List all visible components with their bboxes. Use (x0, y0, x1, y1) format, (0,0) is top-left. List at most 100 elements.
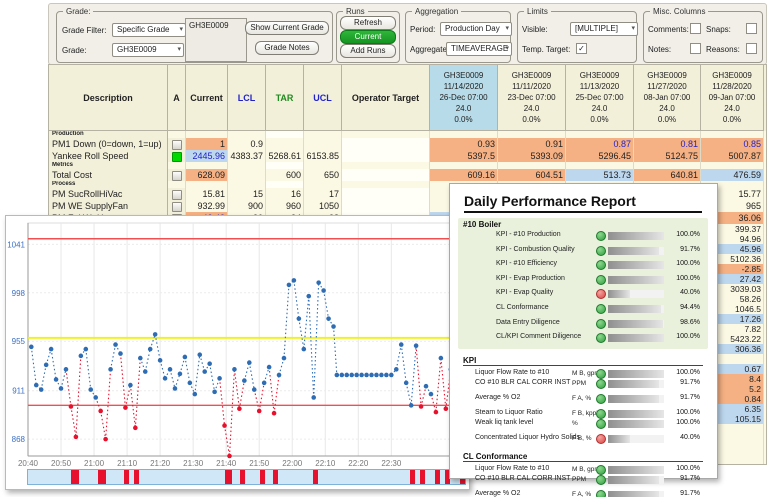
data-point[interactable] (207, 361, 212, 367)
data-point[interactable] (187, 380, 193, 386)
data-point[interactable] (113, 342, 118, 347)
data-point[interactable] (369, 372, 374, 378)
data-point[interactable] (29, 344, 34, 350)
value-cell[interactable]: 900 (228, 200, 266, 212)
value-cell[interactable]: 0.85 (701, 138, 764, 150)
col-header-description[interactable]: Description (49, 65, 168, 131)
data-point[interactable] (389, 372, 394, 378)
data-point[interactable] (118, 351, 123, 356)
data-point[interactable] (344, 372, 350, 378)
data-point[interactable] (157, 358, 163, 363)
data-point[interactable] (53, 377, 59, 382)
data-point[interactable] (48, 346, 54, 352)
data-point[interactable] (321, 288, 326, 293)
value-cell[interactable]: 476.59 (701, 169, 764, 181)
value-cell[interactable]: 0.91 (498, 138, 566, 150)
data-point[interactable] (172, 386, 178, 391)
add-runs-button[interactable]: Add Runs (340, 44, 396, 58)
data-point[interactable] (398, 342, 404, 347)
data-point[interactable] (334, 372, 340, 378)
row-checkbox-button[interactable] (171, 140, 182, 150)
col-header-lcl[interactable]: LCL (228, 65, 266, 131)
violation-timeline-strip[interactable] (27, 469, 466, 485)
data-point[interactable] (138, 355, 143, 361)
value-cell[interactable]: 4383.37 (228, 150, 266, 162)
value-cell[interactable]: 0.9 (228, 138, 266, 150)
status-indicator-green[interactable] (171, 152, 182, 162)
data-point[interactable] (266, 364, 272, 370)
data-point[interactable] (73, 434, 79, 440)
value-cell[interactable] (342, 150, 430, 162)
data-point[interactable] (177, 371, 183, 377)
data-point[interactable] (162, 376, 168, 381)
data-point[interactable] (364, 372, 369, 378)
control-chart[interactable]: 868 911 955 998 1041 20:40 20:50 21:00 21:10 21:2… (6, 216, 467, 468)
data-point[interactable] (142, 369, 148, 374)
value-cell[interactable]: 5393.09 (498, 150, 566, 162)
value-cell[interactable]: 960 (266, 200, 304, 212)
col-header-a[interactable]: A (168, 65, 186, 131)
value-cell[interactable]: 1 (186, 138, 228, 150)
data-point[interactable] (167, 367, 173, 372)
temp-target-checkbox[interactable]: ✓ (576, 43, 587, 54)
data-point[interactable] (108, 367, 113, 372)
data-point[interactable] (93, 395, 99, 400)
data-point[interactable] (63, 367, 69, 372)
col-header-date-4[interactable]: GH3E0009 11/27/2020 08-Jan 07:00 24.0 0.0% (634, 65, 701, 131)
data-point[interactable] (227, 453, 232, 459)
period-dropdown[interactable]: Production Day (440, 22, 512, 36)
data-point[interactable] (418, 404, 424, 409)
data-point[interactable] (379, 372, 384, 378)
col-header-current[interactable]: Current (186, 65, 228, 131)
col-header-ucl[interactable]: UCL (304, 65, 342, 131)
col-header-date-1[interactable]: GH3E0009 11/14/2020 26-Dec 07:00 24.0 0.0% (430, 65, 498, 131)
reasons-checkbox[interactable] (746, 43, 757, 54)
value-cell[interactable]: 0.87 (566, 138, 634, 150)
trend-chart-window[interactable]: 868 911 955 998 1041 20:40 20:50 21:00 21:10 21:2… (5, 215, 470, 490)
data-point[interactable] (197, 352, 203, 357)
data-point[interactable] (271, 410, 277, 416)
col-header-date-3[interactable]: GH3E0009 11/13/2020 25-Dec 07:00 24.0 0.0% (566, 65, 634, 131)
data-point[interactable] (413, 343, 419, 348)
data-point[interactable] (212, 389, 217, 395)
data-point[interactable] (438, 355, 444, 361)
current-button[interactable]: Current (340, 30, 396, 44)
value-cell[interactable]: 15 (228, 188, 266, 200)
data-point[interactable] (128, 382, 133, 388)
value-cell[interactable]: 0.81 (634, 138, 701, 150)
data-point[interactable] (147, 346, 153, 352)
row-checkbox-button[interactable] (171, 190, 182, 200)
data-point[interactable] (296, 316, 302, 321)
value-cell[interactable]: 5296.45 (566, 150, 634, 162)
value-cell[interactable]: 16 (266, 188, 304, 200)
daily-performance-report-panel[interactable]: Daily Performance Report #10 Boiler KPI -… (449, 183, 718, 497)
value-cell[interactable] (342, 169, 430, 181)
data-point[interactable] (428, 391, 434, 397)
data-point[interactable] (354, 372, 359, 378)
value-cell[interactable]: 513.73 (566, 169, 634, 181)
value-cell[interactable] (342, 138, 430, 150)
value-cell[interactable] (266, 138, 304, 150)
col-header-operator-target[interactable]: Operator Target (342, 65, 430, 131)
value-cell[interactable]: 15.81 (186, 188, 228, 200)
data-point[interactable] (232, 367, 237, 372)
data-point[interactable] (339, 372, 345, 378)
notes-checkbox[interactable] (690, 43, 701, 54)
data-point[interactable] (256, 408, 262, 414)
value-cell[interactable]: 5268.61 (266, 150, 304, 162)
value-cell[interactable]: 2445.96 (186, 150, 228, 162)
data-point[interactable] (423, 383, 429, 389)
aggregate-dropdown[interactable]: TIMEAVERAGE (446, 42, 512, 56)
data-point[interactable] (374, 372, 379, 378)
value-cell[interactable]: 5397.5 (430, 150, 498, 162)
data-point[interactable] (384, 372, 389, 378)
data-point[interactable] (408, 403, 414, 408)
data-point[interactable] (349, 372, 354, 378)
data-point[interactable] (43, 362, 49, 368)
data-point[interactable] (152, 332, 158, 337)
data-point[interactable] (301, 346, 307, 352)
data-point[interactable] (182, 354, 188, 360)
grade-text-box[interactable]: GH3E0009 (185, 18, 247, 62)
data-point[interactable] (133, 425, 138, 431)
value-cell[interactable]: 6153.85 (304, 150, 342, 162)
